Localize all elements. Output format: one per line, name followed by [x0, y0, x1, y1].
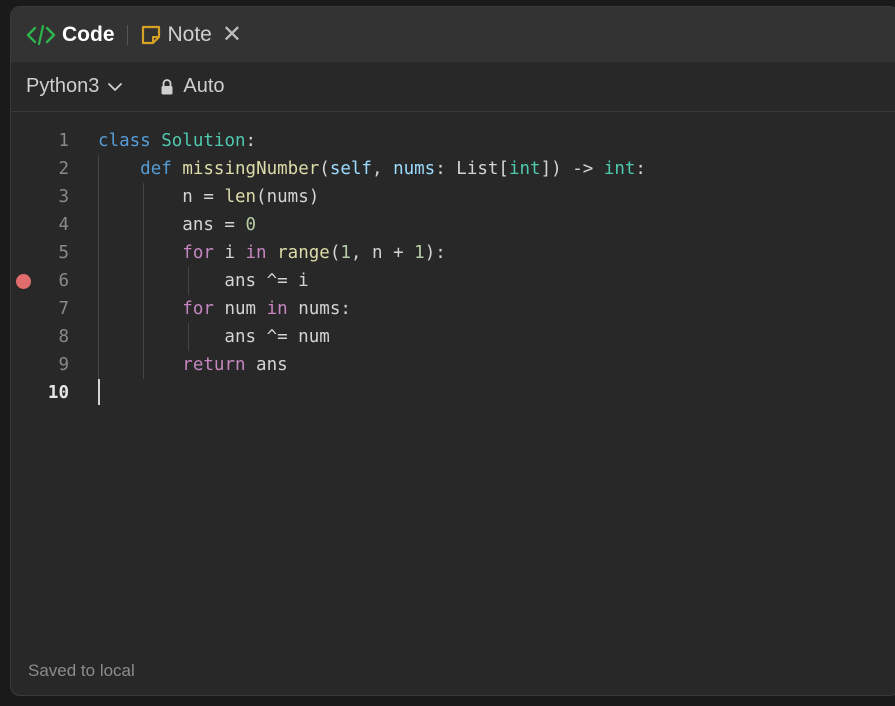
- code-text: ans ^= i: [98, 271, 309, 291]
- save-status: Saved to local: [28, 661, 135, 680]
- code-line: 10: [11, 379, 895, 407]
- line-number: 3: [58, 187, 69, 207]
- language-select[interactable]: Python3: [26, 75, 123, 98]
- code-line: 5 for i in range(1, n + 1):: [11, 239, 895, 267]
- mode-label: Auto: [183, 75, 225, 97]
- line-number: 1: [58, 131, 69, 151]
- code-line: 1 class Solution:: [11, 127, 895, 155]
- line-number: 4: [58, 215, 69, 235]
- code-line: 8 ans ^= num: [11, 323, 895, 351]
- editor-toolbar: Python3 Auto: [11, 62, 895, 112]
- line-number: 5: [58, 243, 69, 263]
- code-line: 4 ans = 0: [11, 211, 895, 239]
- code-icon: [26, 24, 56, 45]
- code-line: 9 return ans: [11, 351, 895, 379]
- lock-icon: [161, 78, 173, 94]
- language-label: Python3: [26, 75, 100, 97]
- close-icon[interactable]: ✕: [222, 22, 242, 47]
- code-text: class Solution:: [98, 131, 257, 151]
- mode-indicator: Auto: [159, 75, 225, 98]
- code-line: 6 ans ^= i: [11, 267, 895, 295]
- line-number: 2: [58, 159, 69, 179]
- line-number: 6: [58, 271, 69, 291]
- code-text: return ans: [182, 355, 288, 375]
- text-cursor: [98, 379, 100, 405]
- tab-divider: [126, 24, 128, 45]
- code-text: def missingNumber(self, nums: List[int])…: [140, 159, 646, 179]
- code-editor-panel: Code Note ✕ Python3 Auto 1 class Solutio…: [10, 6, 895, 696]
- tab-code[interactable]: Code: [26, 23, 115, 47]
- tab-note-label: Note: [167, 22, 212, 46]
- tab-bar: Code Note ✕: [11, 7, 895, 63]
- code-text: for i in range(1, n + 1):: [182, 243, 446, 263]
- code-line: 2 def missingNumber(self, nums: List[int…: [11, 155, 895, 183]
- line-number-active: 10: [47, 383, 69, 403]
- code-line: 3 n = len(nums): [11, 183, 895, 211]
- chevron-down-icon: [108, 82, 123, 91]
- line-number: 8: [58, 327, 69, 347]
- line-number: 7: [58, 299, 69, 319]
- code-text: ans = 0: [98, 215, 257, 235]
- code-text: n = len(nums): [98, 187, 320, 207]
- tab-note[interactable]: Note: [140, 23, 212, 47]
- note-icon: [141, 25, 160, 44]
- code-line: 7 for num in nums:: [11, 295, 895, 323]
- tab-code-label: Code: [62, 22, 115, 46]
- line-number: 9: [58, 355, 69, 375]
- code-text: ans ^= num: [98, 327, 330, 347]
- code-text: for num in nums:: [182, 299, 351, 319]
- code-area[interactable]: 1 class Solution: 2 def missingNumber(se…: [11, 127, 895, 647]
